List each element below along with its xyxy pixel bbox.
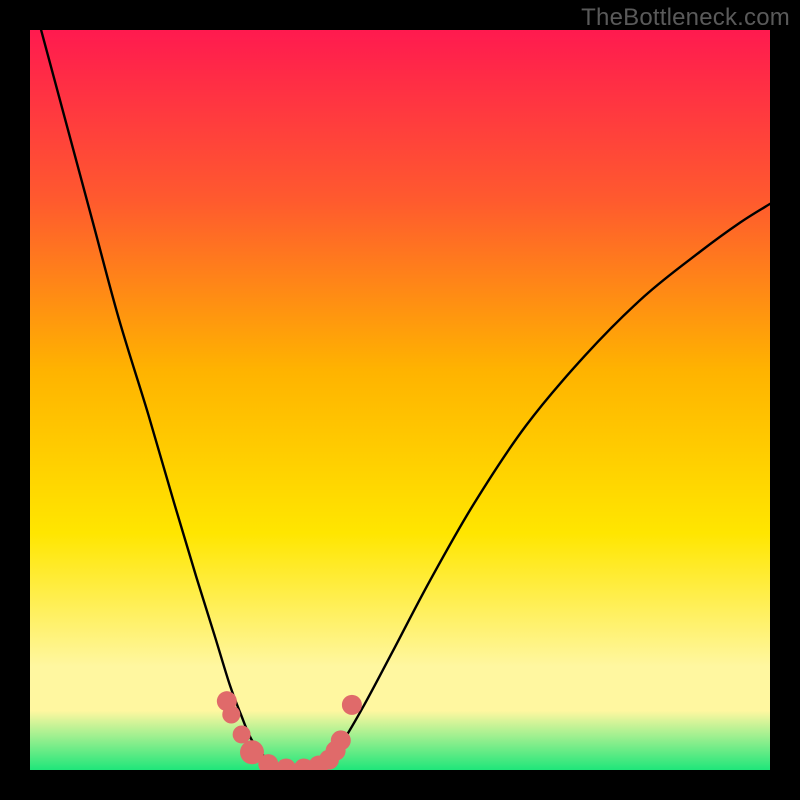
watermark-text: TheBottleneck.com (581, 4, 790, 32)
curve-marker (331, 730, 351, 750)
plot-area (30, 30, 770, 770)
chart-svg (30, 30, 770, 770)
curve-marker (233, 725, 251, 743)
gradient-background (30, 30, 770, 770)
curve-marker (342, 695, 362, 715)
outer-frame: TheBottleneck.com (0, 0, 800, 800)
curve-marker (222, 706, 240, 724)
